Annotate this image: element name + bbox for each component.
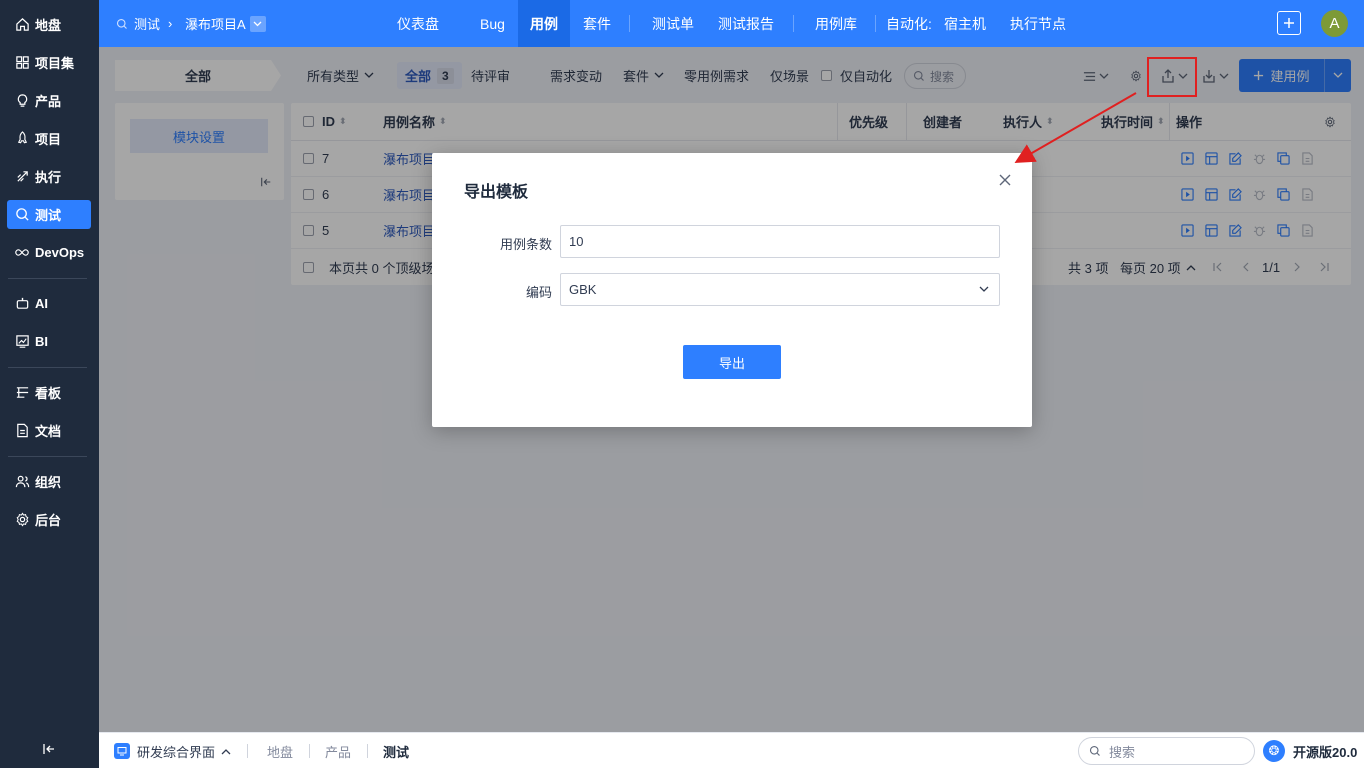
chevron-up-icon: [221, 748, 231, 754]
doc-icon: [14, 423, 30, 439]
search-icon: [116, 18, 127, 29]
bottom-bar: 研发综合界面 地盘 产品 测试 搜索 ❂ 开源版20.0: [99, 732, 1364, 768]
sidebar-divider: [8, 367, 87, 368]
sidebar-item-test[interactable]: 测试: [7, 200, 91, 229]
sidebar-item-org[interactable]: 组织: [7, 467, 91, 496]
version-label: 开源版20.0: [1293, 744, 1358, 760]
sidebar: 地盘 项目集 产品 项目 执行 测试 DevOps AI BI 看板 文档 组织…: [0, 0, 99, 768]
topnav-divider: [793, 15, 794, 32]
project-switcher[interactable]: 瀑布项目A: [185, 0, 266, 47]
sidebar-item-devops[interactable]: DevOps: [7, 238, 91, 267]
topnav-divider: [629, 15, 630, 32]
topnav-dashboard[interactable]: 仪表盘: [385, 0, 451, 47]
chart-icon: [14, 334, 30, 350]
sidebar-item-project[interactable]: 项目: [7, 124, 91, 153]
topnav-exec-node[interactable]: 执行节点: [998, 0, 1078, 47]
sidebar-item-dashboard[interactable]: 地盘: [7, 10, 91, 39]
topnav-host[interactable]: 宿主机: [932, 0, 998, 47]
topnav-suite[interactable]: 套件: [571, 0, 623, 47]
sidebar-divider: [8, 456, 87, 457]
encoding-label: 编码: [525, 285, 552, 300]
sidebar-item-product[interactable]: 产品: [7, 86, 91, 115]
encoding-value: GBK: [569, 282, 597, 297]
count-label: 用例条数: [499, 237, 552, 252]
topbar: 测试 › 瀑布项目A 仪表盘 Bug 用例 套件 测试单 测试报告 用例库 自动…: [99, 0, 1364, 47]
sidebar-item-label: 后台: [35, 513, 62, 528]
sidebar-item-label: 产品: [35, 94, 62, 109]
sidebar-collapse-button[interactable]: [40, 740, 58, 758]
sidebar-item-label: 测试: [35, 208, 62, 223]
collapse-left-icon: [43, 744, 54, 754]
topnav-testreport[interactable]: 测试报告: [706, 0, 786, 47]
sidebar-item-doc[interactable]: 文档: [7, 416, 91, 445]
topbar-module-label: 测试: [134, 17, 161, 32]
sidebar-item-bi[interactable]: BI: [7, 327, 91, 356]
close-icon[interactable]: [997, 172, 1013, 188]
search-icon: [14, 207, 30, 223]
sidebar-item-label: 执行: [35, 170, 62, 185]
robot-icon: [14, 296, 30, 312]
divider: [309, 744, 310, 758]
version-info[interactable]: ❂ 开源版20.0: [1263, 733, 1357, 768]
run-icon: [14, 169, 30, 185]
users-icon: [14, 474, 30, 490]
case-count-value: 10: [569, 234, 584, 249]
sidebar-item-ai[interactable]: AI: [7, 289, 91, 318]
sidebar-item-kanban[interactable]: 看板: [7, 378, 91, 407]
sidebar-item-label: DevOps: [35, 245, 85, 260]
sidebar-item-label: 看板: [35, 386, 62, 401]
search-placeholder: 搜索: [1109, 744, 1136, 760]
breadcrumb-separator-icon: ›: [168, 16, 173, 31]
sidebar-item-admin[interactable]: 后台: [7, 505, 91, 534]
sidebar-item-label: BI: [35, 334, 48, 349]
bottom-tab-product[interactable]: 产品: [325, 733, 351, 768]
chevron-down-icon: [249, 15, 266, 32]
topnav-case[interactable]: 用例: [518, 0, 570, 47]
avatar[interactable]: A: [1321, 10, 1348, 37]
global-search-input[interactable]: 搜索: [1078, 737, 1255, 765]
modal-title: 导出模板: [464, 184, 529, 201]
gear-icon: [14, 512, 30, 528]
annotation-highlight-box: [1147, 57, 1197, 97]
sidebar-item-label: 组织: [35, 475, 62, 490]
chevron-down-icon: [979, 286, 989, 292]
sidebar-item-label: 项目集: [35, 56, 75, 71]
bottom-tab-test[interactable]: 测试: [383, 733, 409, 768]
sidebar-item-label: 地盘: [35, 18, 62, 33]
sidebar-item-label: AI: [35, 296, 48, 311]
topnav-bug[interactable]: Bug: [468, 0, 517, 47]
quick-create-button[interactable]: [1277, 11, 1301, 35]
home-icon: [14, 17, 30, 33]
sidebar-item-program[interactable]: 项目集: [7, 48, 91, 77]
logo-icon: ❂: [1263, 740, 1285, 762]
sidebar-item-label: 项目: [35, 132, 62, 147]
encoding-select[interactable]: GBK: [560, 273, 1000, 306]
sidebar-item-execution[interactable]: 执行: [7, 162, 91, 191]
topnav-caselib[interactable]: 用例库: [803, 0, 869, 47]
plus-icon: [1284, 18, 1294, 28]
grid-icon: [14, 55, 30, 71]
search-icon: [1089, 745, 1100, 756]
app-name: 研发综合界面: [137, 744, 216, 760]
app-switcher[interactable]: 研发综合界面: [114, 733, 231, 768]
topbar-module[interactable]: 测试 ›: [116, 0, 180, 47]
kanban-icon: [14, 385, 30, 401]
export-button[interactable]: 导出: [683, 345, 781, 379]
project-name: 瀑布项目A: [185, 17, 246, 32]
sidebar-divider: [8, 278, 87, 279]
rocket-icon: [14, 131, 30, 147]
topnav-testtask[interactable]: 测试单: [640, 0, 706, 47]
sidebar-item-label: 文档: [35, 424, 62, 439]
bottom-tab-dashboard[interactable]: 地盘: [267, 733, 293, 768]
infinity-icon: [14, 245, 30, 261]
app-icon: [114, 743, 130, 759]
case-count-input[interactable]: 10: [560, 225, 1000, 258]
bulb-icon: [14, 93, 30, 109]
divider: [247, 744, 248, 758]
divider: [367, 744, 368, 758]
export-template-modal: 导出模板 用例条数 10 编码 GBK 导出: [432, 153, 1032, 427]
topnav-automation-label: 自动化:: [886, 15, 932, 32]
